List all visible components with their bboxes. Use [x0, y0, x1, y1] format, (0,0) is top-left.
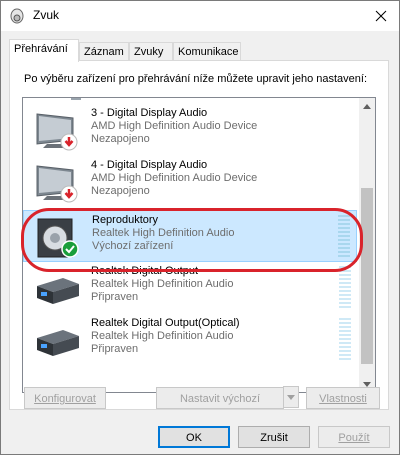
chevron-down-icon	[287, 394, 295, 400]
configure-button[interactable]: Konfigurovat	[24, 387, 106, 409]
ok-button[interactable]: OK	[158, 426, 230, 448]
apply-label: Použít	[338, 432, 370, 444]
selection-annotation-ring	[21, 208, 363, 272]
sound-dialog: Zvuk Přehrávání Záznam Zvuky Komunikace …	[0, 0, 400, 455]
set-default-button[interactable]: Nastavit výchozí	[156, 387, 284, 409]
device-item-display-audio-4[interactable]: 4 - Digital Display Audio AMD High Defin…	[23, 156, 357, 208]
scroll-up-button[interactable]	[359, 98, 375, 114]
set-default-label: Nastavit výchozí	[179, 393, 261, 405]
window-title: Zvuk	[33, 8, 60, 22]
close-button[interactable]	[363, 1, 399, 31]
tab-communications[interactable]: Komunikace	[173, 42, 241, 60]
optical-output-icon	[37, 330, 79, 356]
device-item-digital-output-optical[interactable]: Realtek Digital Output(Optical) Realtek …	[23, 314, 357, 366]
speaker-app-icon	[10, 8, 24, 24]
tab-recording[interactable]: Záznam	[79, 42, 129, 60]
device-name: Realtek Digital Output(Optical)	[91, 317, 240, 329]
scrolled-item-fragment	[71, 98, 81, 100]
device-driver: Realtek High Definition Audio	[91, 278, 234, 290]
properties-button[interactable]: Vlastnosti	[306, 387, 380, 409]
device-status: Nezapojeno	[91, 133, 150, 145]
tab-sounds[interactable]: Zvuky	[129, 42, 173, 60]
device-name: 4 - Digital Display Audio	[91, 159, 208, 171]
configure-label: Konfigurovat	[34, 393, 96, 405]
close-icon	[375, 10, 387, 22]
device-driver: AMD High Definition Audio Device	[91, 172, 258, 184]
device-name: 3 - Digital Display Audio	[91, 107, 208, 119]
scrollbar-thumb[interactable]	[361, 188, 373, 364]
apply-button[interactable]: Použít	[318, 426, 390, 448]
volume-level-meter	[339, 318, 351, 362]
chevron-up-icon	[363, 103, 371, 109]
tab-playback[interactable]: Přehrávání	[9, 39, 79, 62]
monitor-disconnected-icon	[36, 165, 78, 203]
monitor-disconnected-icon	[36, 113, 78, 151]
device-status: Připraven	[91, 343, 139, 355]
device-status: Připraven	[91, 291, 139, 303]
volume-level-meter	[339, 266, 351, 310]
digital-output-icon	[37, 278, 79, 304]
title-bar: Zvuk	[1, 1, 399, 31]
device-driver: AMD High Definition Audio Device	[91, 120, 258, 132]
cancel-button[interactable]: Zrušit	[238, 426, 310, 448]
chevron-down-icon	[363, 381, 371, 387]
device-driver: Realtek High Definition Audio	[91, 330, 234, 342]
device-item-display-audio-3[interactable]: 3 - Digital Display Audio AMD High Defin…	[23, 104, 357, 156]
instruction-text: Po výběru zařízení pro přehrávání níže m…	[24, 73, 368, 85]
device-status: Nezapojeno	[91, 185, 150, 197]
set-default-dropdown-button[interactable]	[283, 386, 299, 408]
properties-label: Vlastnosti	[319, 393, 367, 405]
